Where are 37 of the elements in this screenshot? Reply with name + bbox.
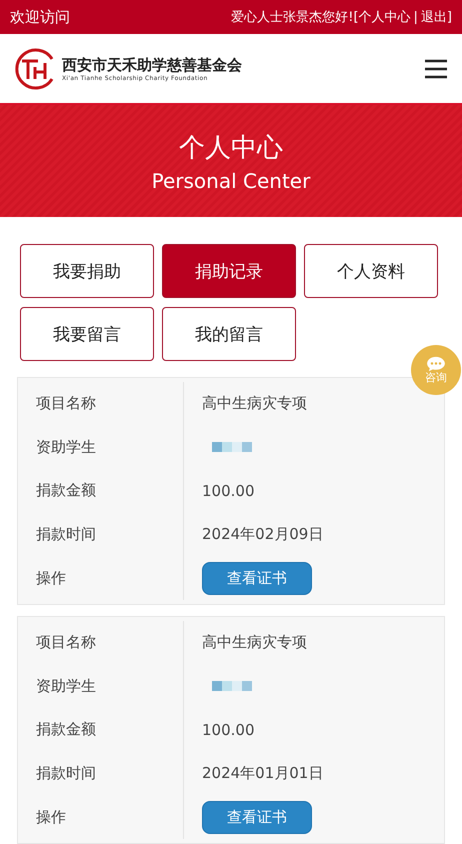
banner-subtitle: Personal Center [152, 168, 310, 192]
banner-title: 个人中心 [179, 132, 283, 164]
field-label: 项目名称 [35, 632, 97, 654]
tab[interactable]: 个人资料 [304, 244, 438, 298]
field-label: 操作 [35, 568, 67, 589]
tab[interactable]: 我要捐助 [20, 244, 154, 298]
field-value: 2024年01月01日 [202, 764, 324, 784]
field-label: 资助学生 [35, 436, 97, 458]
welcome-text: 欢迎访问 [10, 8, 70, 26]
bracket-text: ] [446, 10, 452, 24]
tab[interactable]: 我要留言 [20, 307, 154, 361]
field-value: 高中生病灾专项 [202, 633, 307, 652]
field-value: 高中生病灾专项 [202, 394, 307, 414]
field-label: 捐款金额 [35, 480, 97, 502]
logout-link[interactable]: 退出 [420, 8, 447, 26]
field-label: 操作 [35, 806, 67, 828]
field-value: 2024年02月09日 [202, 525, 324, 544]
greeting-text: 爱心人士张景杰您好! [231, 9, 354, 26]
field-label: 项目名称 [35, 393, 97, 414]
organization-name: 西安市天禾助学慈善基金会 [62, 56, 242, 74]
chat-bubble-icon [426, 356, 446, 372]
field-value: 100.00 [202, 720, 254, 739]
separator-text: | [414, 10, 418, 24]
field-label: 捐款金额 [35, 719, 97, 740]
view-certificate-button[interactable]: 查看证书 [202, 562, 312, 595]
blurred-name-icon [212, 442, 252, 452]
menu-icon[interactable] [424, 58, 448, 78]
field-label: 捐款时间 [35, 763, 97, 784]
tab[interactable]: 我的留言 [162, 307, 296, 361]
field-value: 100.00 [202, 482, 254, 500]
bracket-text: [ [353, 10, 359, 24]
tab[interactable]: 捐助记录 [162, 244, 296, 298]
field-label: 资助学生 [35, 676, 97, 697]
view-certificate-button[interactable]: 查看证书 [202, 800, 312, 834]
personal-center-link[interactable]: 个人中心 [358, 8, 411, 26]
field-label: 捐款时间 [35, 524, 97, 546]
blurred-name-icon [212, 681, 252, 692]
